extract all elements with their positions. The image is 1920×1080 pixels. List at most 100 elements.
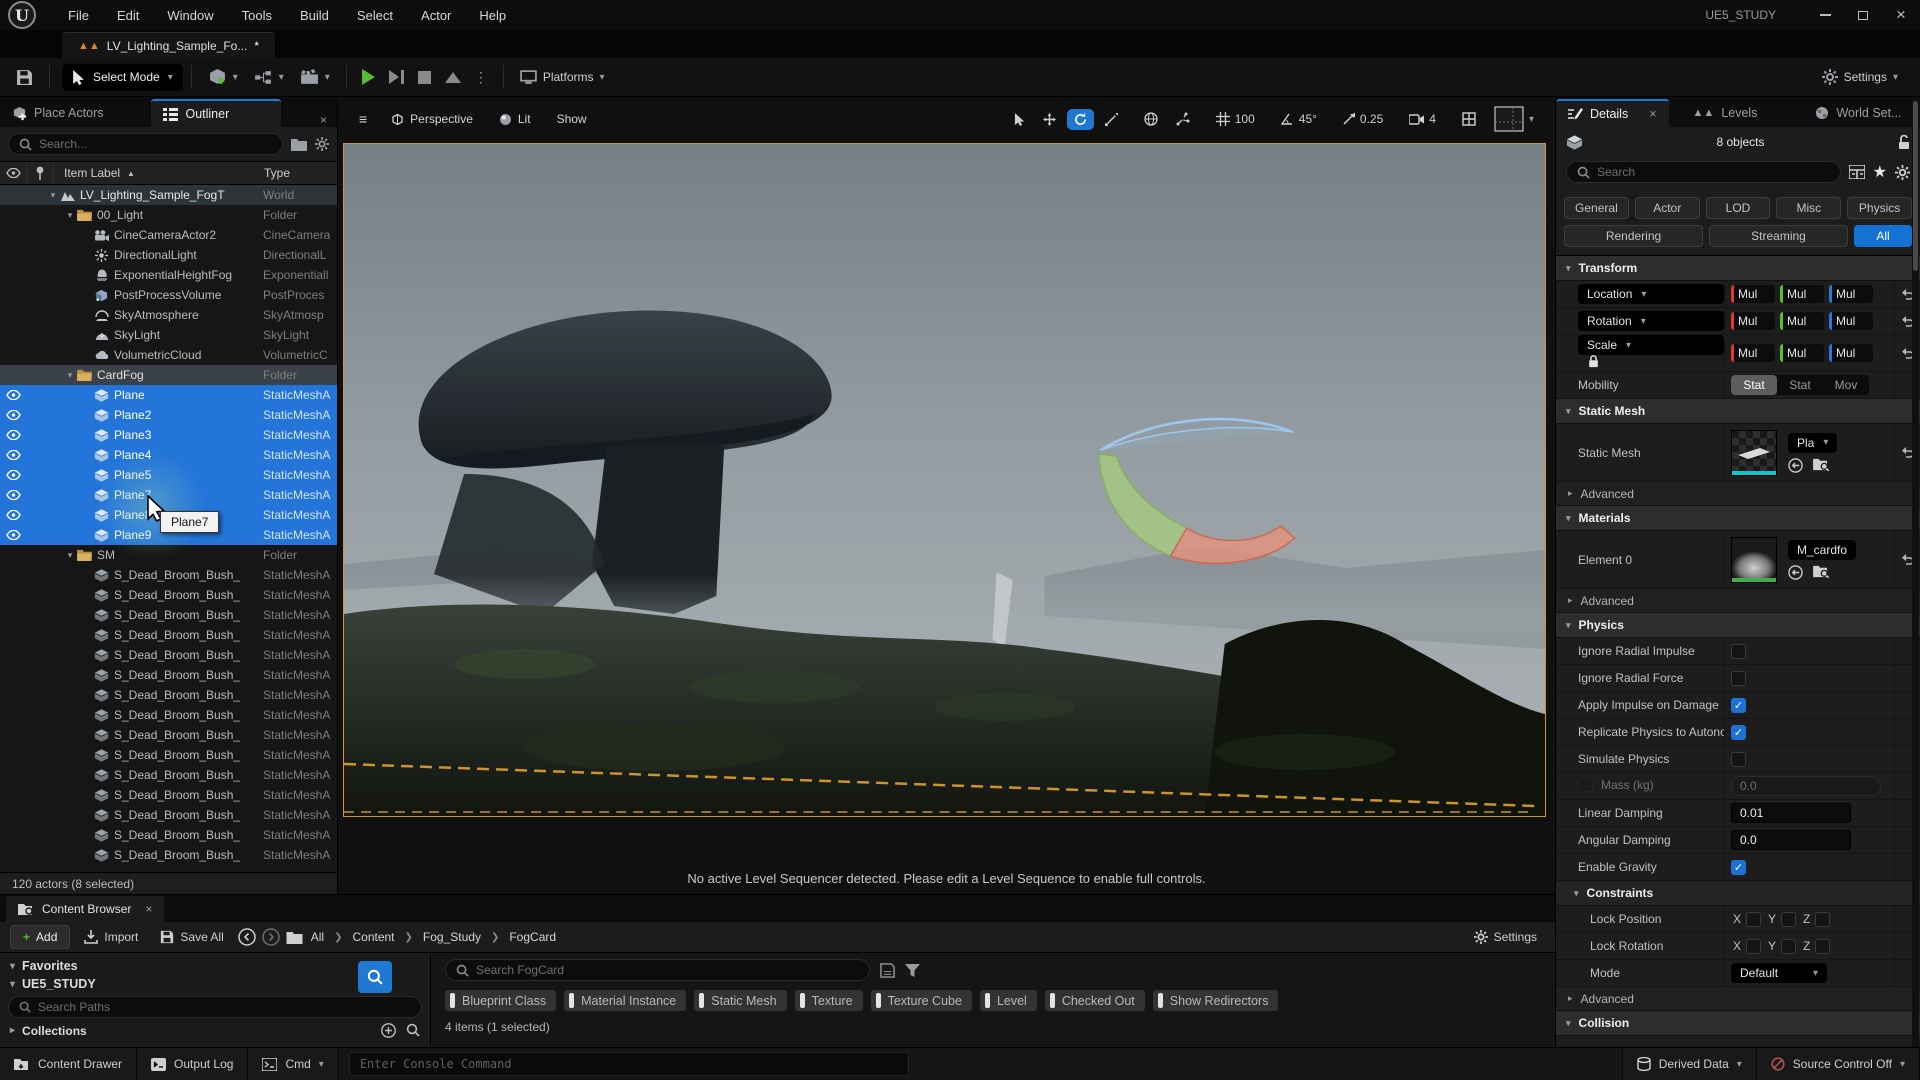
eye-icon[interactable] xyxy=(6,430,21,440)
search-collections-icon[interactable] xyxy=(406,1023,420,1037)
play-button[interactable] xyxy=(355,64,383,90)
filter-pill-icon[interactable] xyxy=(876,993,881,1008)
menu-actor[interactable]: Actor xyxy=(407,2,465,29)
save-button[interactable] xyxy=(8,64,41,91)
tab-outliner[interactable]: Outliner xyxy=(151,99,281,127)
stop-button[interactable] xyxy=(411,64,439,90)
minimize-button[interactable] xyxy=(1806,0,1844,30)
category-chip-actor[interactable]: Actor xyxy=(1635,197,1700,219)
outliner-row-directionallight[interactable]: DirectionalLightDirectionalL xyxy=(0,245,337,265)
axis-lock-checkbox[interactable] xyxy=(1746,912,1761,927)
eye-icon[interactable] xyxy=(6,470,21,480)
use-selected-asset-icon[interactable] xyxy=(1788,458,1803,473)
lit-dropdown[interactable]: Lit xyxy=(490,107,540,131)
viewport-options-button[interactable]: ≡ xyxy=(352,106,374,132)
collapse-arrow-icon[interactable]: ▾ xyxy=(1566,263,1571,274)
surface-snap-button[interactable] xyxy=(1169,108,1197,130)
viewport-scene[interactable] xyxy=(343,143,1546,817)
console-command-input[interactable]: Enter Console Command xyxy=(349,1052,909,1076)
forward-icon[interactable] xyxy=(262,928,280,946)
scale-tool-button[interactable] xyxy=(1098,109,1125,130)
frame-skip-button[interactable] xyxy=(383,64,411,90)
expander-icon[interactable]: ▾ xyxy=(47,190,59,201)
outliner-row-s-dead-broom-bush-[interactable]: S_Dead_Broom_Bush_StaticMeshA xyxy=(0,645,337,665)
section-static-mesh[interactable]: ▾Static Mesh xyxy=(1556,399,1920,424)
outliner-row-s-dead-broom-bush-[interactable]: S_Dead_Broom_Bush_StaticMeshA xyxy=(0,605,337,625)
eye-icon[interactable] xyxy=(6,530,21,540)
filter-pill-icon[interactable] xyxy=(1050,993,1055,1008)
unlock-icon[interactable] xyxy=(1898,135,1910,150)
tab-level-asset[interactable]: ▲▲ LV_Lighting_Sample_Fo... * xyxy=(62,32,275,58)
source-control-button[interactable]: Source Control Off ▾ xyxy=(1757,1048,1920,1080)
category-chip-misc[interactable]: Misc xyxy=(1776,197,1841,219)
filter-pill-icon[interactable] xyxy=(699,993,704,1008)
axis-lock-checkbox[interactable] xyxy=(1781,939,1796,954)
cinematics-button[interactable]: ▾ xyxy=(292,64,338,90)
outliner-row-s-dead-broom-bush-[interactable]: S_Dead_Broom_Bush_StaticMeshA xyxy=(0,625,337,645)
section-physics[interactable]: ▾Physics xyxy=(1556,613,1920,638)
section-materials[interactable]: ▾Materials xyxy=(1556,506,1920,531)
transform-value-field[interactable]: Mul xyxy=(1780,285,1824,303)
override-checkbox[interactable] xyxy=(1578,777,1593,792)
details-search-input[interactable]: Search xyxy=(1566,161,1841,183)
output-log-button[interactable]: Output Log xyxy=(137,1048,248,1080)
visibility-toggle[interactable] xyxy=(0,530,27,540)
lock-scale-icon[interactable] xyxy=(1588,355,1599,368)
number-field[interactable]: 0.01 xyxy=(1731,803,1851,823)
item-label-column-header[interactable]: Item Label ▲ xyxy=(54,166,264,180)
number-field[interactable]: 0.0 xyxy=(1731,830,1851,850)
outliner-row-s-dead-broom-bush-[interactable]: S_Dead_Broom_Bush_StaticMeshA xyxy=(0,665,337,685)
axis-lock-checkbox[interactable] xyxy=(1746,939,1761,954)
editor-mode-dropdown[interactable]: Select Mode ▾ xyxy=(62,64,183,91)
category-chip-rendering[interactable]: Rendering xyxy=(1564,225,1703,247)
toggle-sources-search-button[interactable] xyxy=(358,961,392,993)
back-icon[interactable] xyxy=(238,928,256,946)
menu-select[interactable]: Select xyxy=(343,2,407,29)
mobility-option[interactable]: Stat xyxy=(1731,375,1777,395)
viewport-layout-dropdown[interactable]: ▾ xyxy=(1487,102,1541,136)
outliner-row-skyatmosphere[interactable]: SkyAtmosphereSkyAtmosp xyxy=(0,305,337,325)
eye-icon[interactable] xyxy=(6,490,21,500)
visibility-toggle[interactable] xyxy=(0,490,27,500)
checkbox-unchecked[interactable] xyxy=(1731,671,1746,686)
collapse-arrow-icon[interactable]: ▾ xyxy=(1574,888,1579,899)
material-thumbnail[interactable] xyxy=(1731,537,1777,583)
section-transform[interactable]: ▾Transform xyxy=(1556,256,1920,281)
axis-lock-checkbox[interactable] xyxy=(1781,912,1796,927)
visibility-toggle[interactable] xyxy=(0,390,27,400)
filter-chip-material-instance[interactable]: Material Instance xyxy=(564,990,686,1011)
filter-pill-icon[interactable] xyxy=(800,993,805,1008)
checkbox-unchecked[interactable] xyxy=(1731,644,1746,659)
settings-dropdown[interactable]: Settings ▾ xyxy=(1814,64,1906,90)
filter-pill-icon[interactable] xyxy=(569,993,574,1008)
static-mesh-advanced[interactable]: ▸Advanced xyxy=(1556,482,1920,506)
add-actor-button[interactable]: ▾ xyxy=(200,63,246,92)
camera-speed-button[interactable]: 4 xyxy=(1402,108,1443,130)
mode-dropdown[interactable]: Default ▾ xyxy=(1731,963,1827,983)
derived-data-button[interactable]: Derived Data ▾ xyxy=(1622,1048,1757,1080)
visibility-toggle[interactable] xyxy=(0,410,27,420)
outliner-row-s-dead-broom-bush-[interactable]: S_Dead_Broom_Bush_StaticMeshA xyxy=(0,785,337,805)
outliner-row-volumetriccloud[interactable]: VolumetricCloudVolumetricC xyxy=(0,345,337,365)
filter-chip-texture-cube[interactable]: Texture Cube xyxy=(871,990,972,1011)
search-paths-input[interactable]: Search Paths xyxy=(8,996,422,1018)
collapse-arrow-icon[interactable]: ▾ xyxy=(1566,1018,1571,1029)
visibility-toggle[interactable] xyxy=(0,430,27,440)
section-constraints[interactable]: ▾Constraints xyxy=(1556,881,1920,906)
material-asset-field[interactable]: M_cardfo xyxy=(1788,540,1856,560)
visibility-column-header[interactable] xyxy=(0,162,27,184)
pin-column-header[interactable] xyxy=(27,162,54,184)
rotation-snap-toggle[interactable]: 45° xyxy=(1274,108,1324,130)
outliner-row-s-dead-broom-bush-[interactable]: S_Dead_Broom_Bush_StaticMeshA xyxy=(0,725,337,745)
show-dropdown[interactable]: Show xyxy=(548,107,596,131)
outliner-row-plane[interactable]: PlaneStaticMeshA xyxy=(0,385,337,405)
use-selected-asset-icon[interactable] xyxy=(1788,565,1803,580)
translate-tool-button[interactable] xyxy=(1036,109,1063,130)
eye-icon[interactable] xyxy=(6,450,21,460)
outliner-row-s-dead-broom-bush-[interactable]: S_Dead_Broom_Bush_StaticMeshA xyxy=(0,705,337,725)
scale-snap-toggle[interactable]: 0.25 xyxy=(1336,108,1390,130)
play-options-button[interactable]: ⋮ xyxy=(467,64,495,90)
maximize-button[interactable] xyxy=(1844,0,1882,30)
tab-content-browser[interactable]: Content Browser × xyxy=(6,896,164,922)
transform-value-field[interactable]: Mul xyxy=(1780,312,1824,330)
